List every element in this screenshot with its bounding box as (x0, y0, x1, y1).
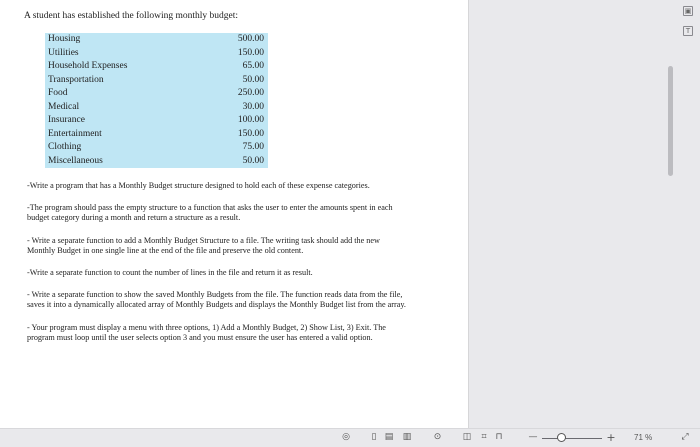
instructions: -Write a program that has a Monthly Budg… (27, 181, 409, 355)
eye-icon[interactable]: ◎ (340, 432, 352, 443)
budget-category: Food (48, 88, 68, 98)
budget-table: Housing 500.00 Utilities 150.00 Household Ex… (45, 33, 268, 168)
instruction-paragraph: -Write a separate function to count the … (27, 268, 313, 278)
dual-view-icon[interactable]: ◫ (461, 432, 473, 443)
budget-amount: 65.00 (242, 61, 264, 71)
budget-row: Food 250.00 (45, 87, 268, 101)
budget-amount: 500.00 (237, 34, 264, 44)
reader-viewport: A student has established the following … (0, 0, 700, 447)
budget-row: Clothing 75.00 (45, 141, 268, 155)
zoom-out-button[interactable]: — (528, 432, 538, 443)
budget-category: Entertainment (48, 128, 102, 139)
budget-row: Entertainment 150.00 (45, 128, 268, 142)
budget-category: Clothing (48, 142, 82, 152)
instruction-paragraph: - Write a separate function to add a Mon… (27, 235, 380, 255)
budget-amount: 50.00 (242, 74, 264, 85)
budget-row: Insurance 100.00 (45, 114, 268, 128)
translate-icon[interactable]: ⌗ (478, 432, 490, 443)
budget-category: Insurance (48, 115, 85, 125)
budget-row: Transportation 50.00 (45, 74, 268, 88)
budget-amount: 150.00 (237, 128, 264, 139)
vertical-scrollbar-thumb[interactable] (668, 66, 673, 176)
budget-amount: 150.00 (237, 47, 264, 58)
budget-amount: 30.00 (242, 101, 264, 112)
zoom-slider-knob[interactable] (556, 433, 566, 442)
right-margin-panel (469, 0, 700, 428)
budget-category: Transportation (48, 74, 104, 85)
budget-amount: 250.00 (237, 88, 264, 98)
budget-amount: 50.00 (242, 155, 264, 166)
budget-amount: 100.00 (237, 115, 264, 125)
double-page-icon[interactable]: ▤ (384, 432, 394, 443)
instruction-paragraph: -Write a program that has a Monthly Budg… (27, 181, 370, 190)
instruction-paragraph: -The program should pass the empty struc… (27, 203, 393, 223)
budget-category: Miscellaneous (48, 155, 103, 166)
play-icon[interactable]: ⊙ (432, 432, 443, 443)
bookmark-icon[interactable]: ⊓ (494, 432, 504, 443)
budget-row: Utilities 150.00 (45, 47, 268, 61)
budget-row: Medical 30.00 (45, 101, 268, 115)
book-view-icon[interactable]: ▥ (400, 432, 414, 443)
budget-amount: 75.00 (242, 142, 264, 152)
zoom-slider-track[interactable] (542, 438, 602, 439)
image-icon[interactable]: ▣ (683, 6, 693, 16)
zoom-in-button[interactable]: + (606, 432, 616, 443)
budget-category: Medical (48, 101, 80, 112)
budget-category: Utilities (48, 47, 79, 58)
expand-icon[interactable]: ⤢ (680, 432, 690, 443)
zoom-level: 71 % (634, 433, 653, 442)
document-page: A student has established the following … (0, 0, 469, 428)
budget-row: Miscellaneous 50.00 (45, 155, 268, 169)
intro-text: A student has established the following … (24, 11, 238, 21)
text-recognition-icon[interactable]: T (683, 26, 693, 36)
budget-row: Household Expenses 65.00 (45, 60, 268, 74)
instruction-paragraph: - Write a separate function to show the … (27, 290, 406, 310)
single-page-icon[interactable]: ▯ (369, 432, 379, 443)
budget-category: Housing (48, 34, 81, 44)
budget-row: Housing 500.00 (45, 33, 268, 47)
instruction-paragraph: - Your program must display a menu with … (27, 322, 386, 342)
status-bar: ◎ ▯ ▤ ▥ ⊙ ◫ ⌗ ⊓ — + 71 % ⤢ (0, 428, 700, 447)
budget-category: Household Expenses (48, 61, 128, 71)
